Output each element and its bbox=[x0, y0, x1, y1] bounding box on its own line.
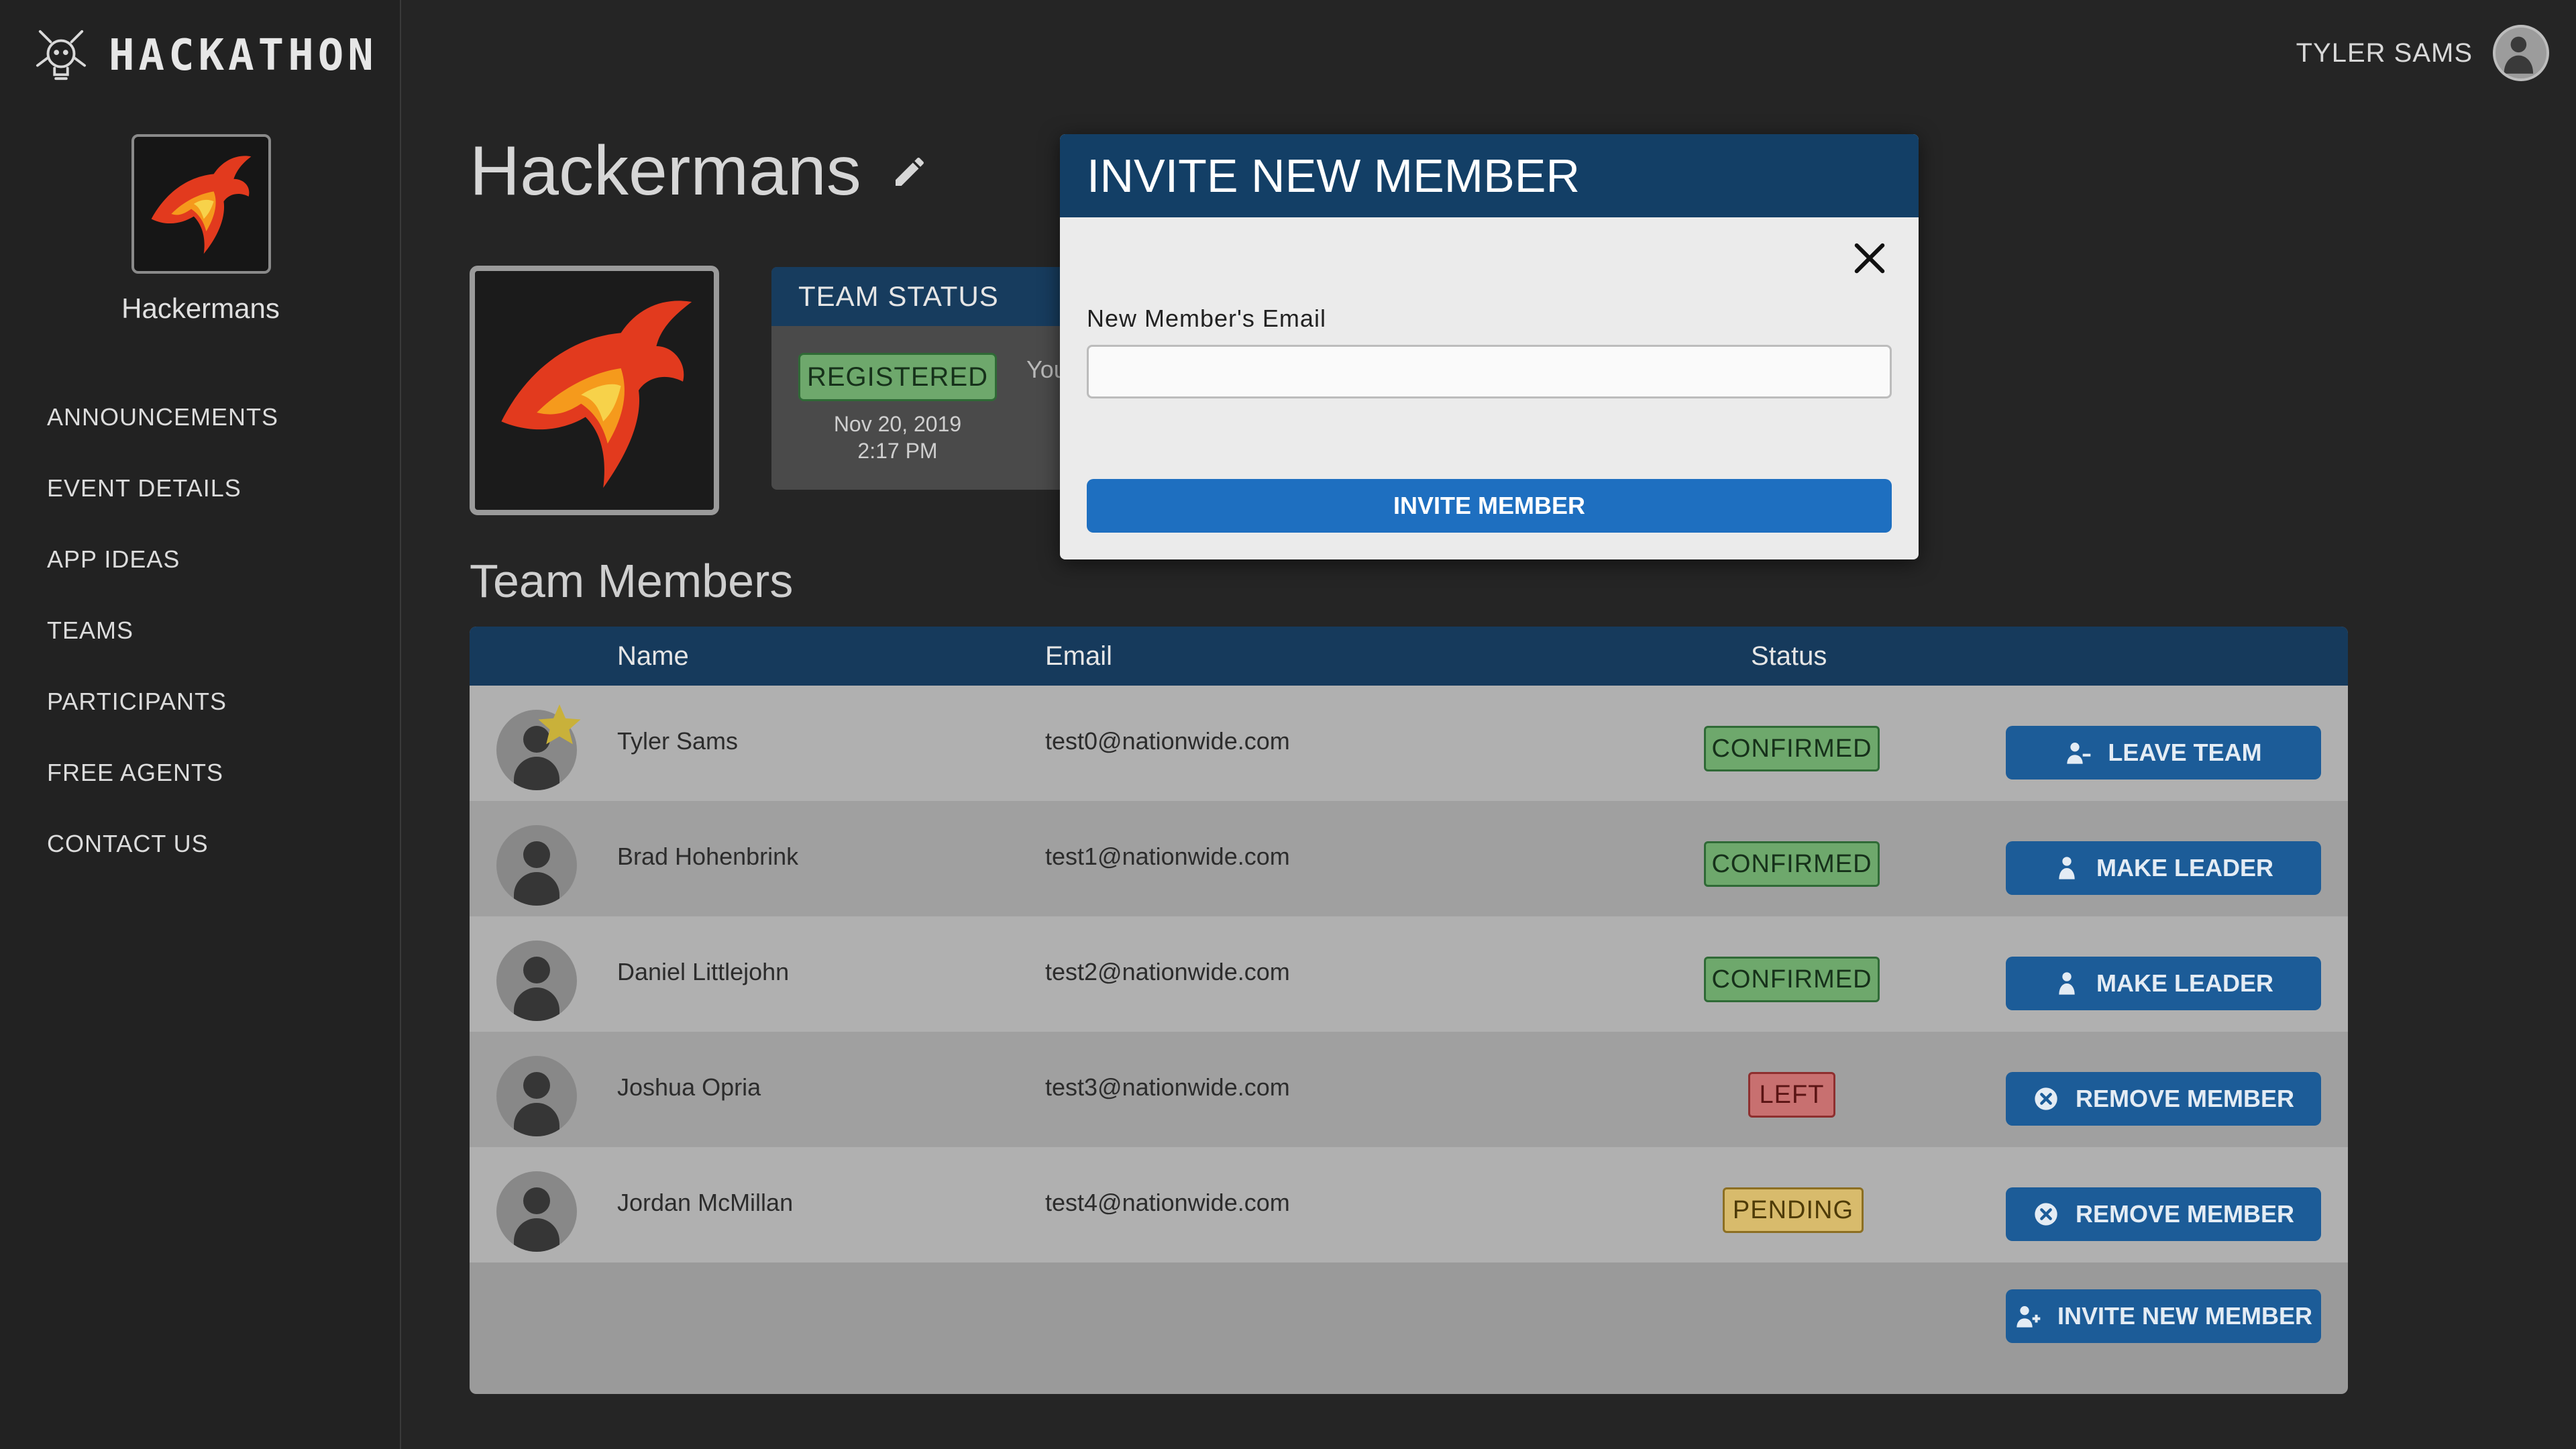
sidebar-team-logo[interactable] bbox=[131, 134, 271, 274]
table-row: Brad Hohenbrink test1@nationwide.com CON… bbox=[470, 801, 2348, 916]
page-title: Hackermans bbox=[470, 131, 928, 211]
registration-datetime: Nov 20, 2019 2:17 PM bbox=[798, 411, 997, 464]
member-name: Tyler Sams bbox=[617, 727, 739, 755]
status-badge: CONFIRMED bbox=[1704, 726, 1880, 771]
table-row: Jordan McMillan test4@nationwide.com PEN… bbox=[470, 1147, 2348, 1263]
x-circle-icon bbox=[2035, 1087, 2057, 1110]
email-label: New Member's Email bbox=[1087, 305, 1326, 332]
user-plus-icon bbox=[2017, 1306, 2041, 1328]
robot-lightbulb-icon bbox=[36, 30, 87, 80]
nav-announcements[interactable]: ANNOUNCEMENTS bbox=[47, 398, 278, 470]
close-icon[interactable] bbox=[1847, 236, 1892, 280]
make-leader-label: MAKE LEADER bbox=[2096, 854, 2273, 881]
star-icon bbox=[538, 704, 581, 745]
member-email: test2@nationwide.com bbox=[1045, 958, 1290, 985]
invite-member-button[interactable]: INVITE MEMBER bbox=[1087, 479, 1892, 533]
remove-member-label: REMOVE MEMBER bbox=[2075, 1085, 2295, 1112]
nav-free-agents[interactable]: FREE AGENTS bbox=[47, 754, 278, 825]
status-badge: PENDING bbox=[1723, 1187, 1864, 1233]
team-logo[interactable] bbox=[470, 266, 719, 515]
table-row: Daniel Littlejohn test2@nationwide.com C… bbox=[470, 916, 2348, 1032]
team-members-title: Team Members bbox=[470, 555, 794, 607]
member-email: test4@nationwide.com bbox=[1045, 1189, 1290, 1216]
member-avatar bbox=[496, 1056, 577, 1136]
modal-title: INVITE NEW MEMBER bbox=[1060, 134, 1919, 217]
nav-teams[interactable]: TEAMS bbox=[47, 612, 278, 683]
team-title: Hackermans bbox=[470, 132, 861, 210]
column-email: Email bbox=[1045, 641, 1113, 671]
member-name: Brad Hohenbrink bbox=[617, 843, 799, 870]
make-leader-button[interactable]: MAKE LEADER bbox=[2006, 957, 2321, 1010]
table-row: Tyler Sams test0@nationwide.com CONFIRME… bbox=[470, 686, 2348, 801]
member-email: test3@nationwide.com bbox=[1045, 1073, 1290, 1101]
member-avatar bbox=[496, 825, 577, 906]
registration-date: Nov 20, 2019 bbox=[833, 412, 962, 436]
team-members-table: Name Email Status Tyler Sams test0@natio… bbox=[470, 627, 2348, 1394]
nav-app-ideas[interactable]: APP IDEAS bbox=[47, 541, 278, 612]
user-icon bbox=[2059, 972, 2075, 995]
leave-team-label: LEAVE TEAM bbox=[2108, 739, 2262, 766]
brand-name: HACKATHON bbox=[109, 31, 378, 80]
remove-member-button[interactable]: REMOVE MEMBER bbox=[2006, 1187, 2321, 1241]
table-header: Name Email Status bbox=[470, 627, 2348, 686]
member-name: Daniel Littlejohn bbox=[617, 958, 790, 985]
table-footer: INVITE NEW MEMBER bbox=[470, 1263, 2348, 1373]
nav-participants[interactable]: PARTICIPANTS bbox=[47, 683, 278, 754]
phoenix-logo-icon bbox=[501, 301, 692, 488]
brand-logo[interactable]: HACKATHON bbox=[35, 25, 378, 86]
nav-event-details[interactable]: EVENT DETAILS bbox=[47, 470, 278, 541]
user-avatar[interactable] bbox=[2493, 25, 2549, 81]
status-badge: LEFT bbox=[1748, 1072, 1835, 1118]
member-avatar bbox=[496, 941, 577, 1021]
sidebar-nav: ANNOUNCEMENTS EVENT DETAILS APP IDEAS TE… bbox=[47, 398, 278, 896]
registered-badge: REGISTERED bbox=[798, 353, 997, 401]
status-badge: CONFIRMED bbox=[1704, 841, 1880, 887]
sidebar-team-name: Hackermans bbox=[121, 292, 280, 324]
user-icon bbox=[2059, 857, 2075, 879]
email-field[interactable] bbox=[1087, 345, 1892, 398]
remove-member-button[interactable]: REMOVE MEMBER bbox=[2006, 1072, 2321, 1126]
leave-team-button[interactable]: LEAVE TEAM bbox=[2006, 726, 2321, 780]
registration-time: 2:17 PM bbox=[857, 439, 938, 463]
column-status: Status bbox=[1751, 641, 1827, 671]
make-leader-label: MAKE LEADER bbox=[2096, 969, 2273, 997]
invite-member-modal: INVITE NEW MEMBER New Member's Email INV… bbox=[1060, 134, 1919, 559]
status-badge: CONFIRMED bbox=[1704, 957, 1880, 1002]
invite-new-member-button[interactable]: INVITE NEW MEMBER bbox=[2006, 1289, 2321, 1343]
pencil-icon[interactable] bbox=[891, 153, 928, 191]
member-name: Joshua Opria bbox=[617, 1073, 761, 1101]
make-leader-button[interactable]: MAKE LEADER bbox=[2006, 841, 2321, 895]
member-avatar bbox=[496, 1171, 577, 1252]
user-menu[interactable]: TYLER SAMS bbox=[2296, 24, 2549, 82]
invite-new-member-label: INVITE NEW MEMBER bbox=[2057, 1302, 2312, 1330]
x-circle-icon bbox=[2035, 1203, 2057, 1226]
member-email: test1@nationwide.com bbox=[1045, 843, 1290, 870]
user-avatar-icon bbox=[2504, 36, 2534, 74]
table-row: Joshua Opria test3@nationwide.com LEFT R… bbox=[470, 1032, 2348, 1147]
remove-member-label: REMOVE MEMBER bbox=[2075, 1200, 2295, 1228]
nav-contact-us[interactable]: CONTACT US bbox=[47, 825, 278, 896]
user-name: TYLER SAMS bbox=[2296, 38, 2473, 68]
column-name: Name bbox=[617, 641, 689, 671]
sidebar: HACKATHON Hackermans ANNOUNCEMENTS EVENT… bbox=[0, 0, 401, 1449]
member-name: Jordan McMillan bbox=[617, 1189, 794, 1216]
user-minus-icon bbox=[2067, 743, 2091, 764]
member-email: test0@nationwide.com bbox=[1045, 727, 1290, 755]
phoenix-logo-icon bbox=[151, 156, 252, 254]
